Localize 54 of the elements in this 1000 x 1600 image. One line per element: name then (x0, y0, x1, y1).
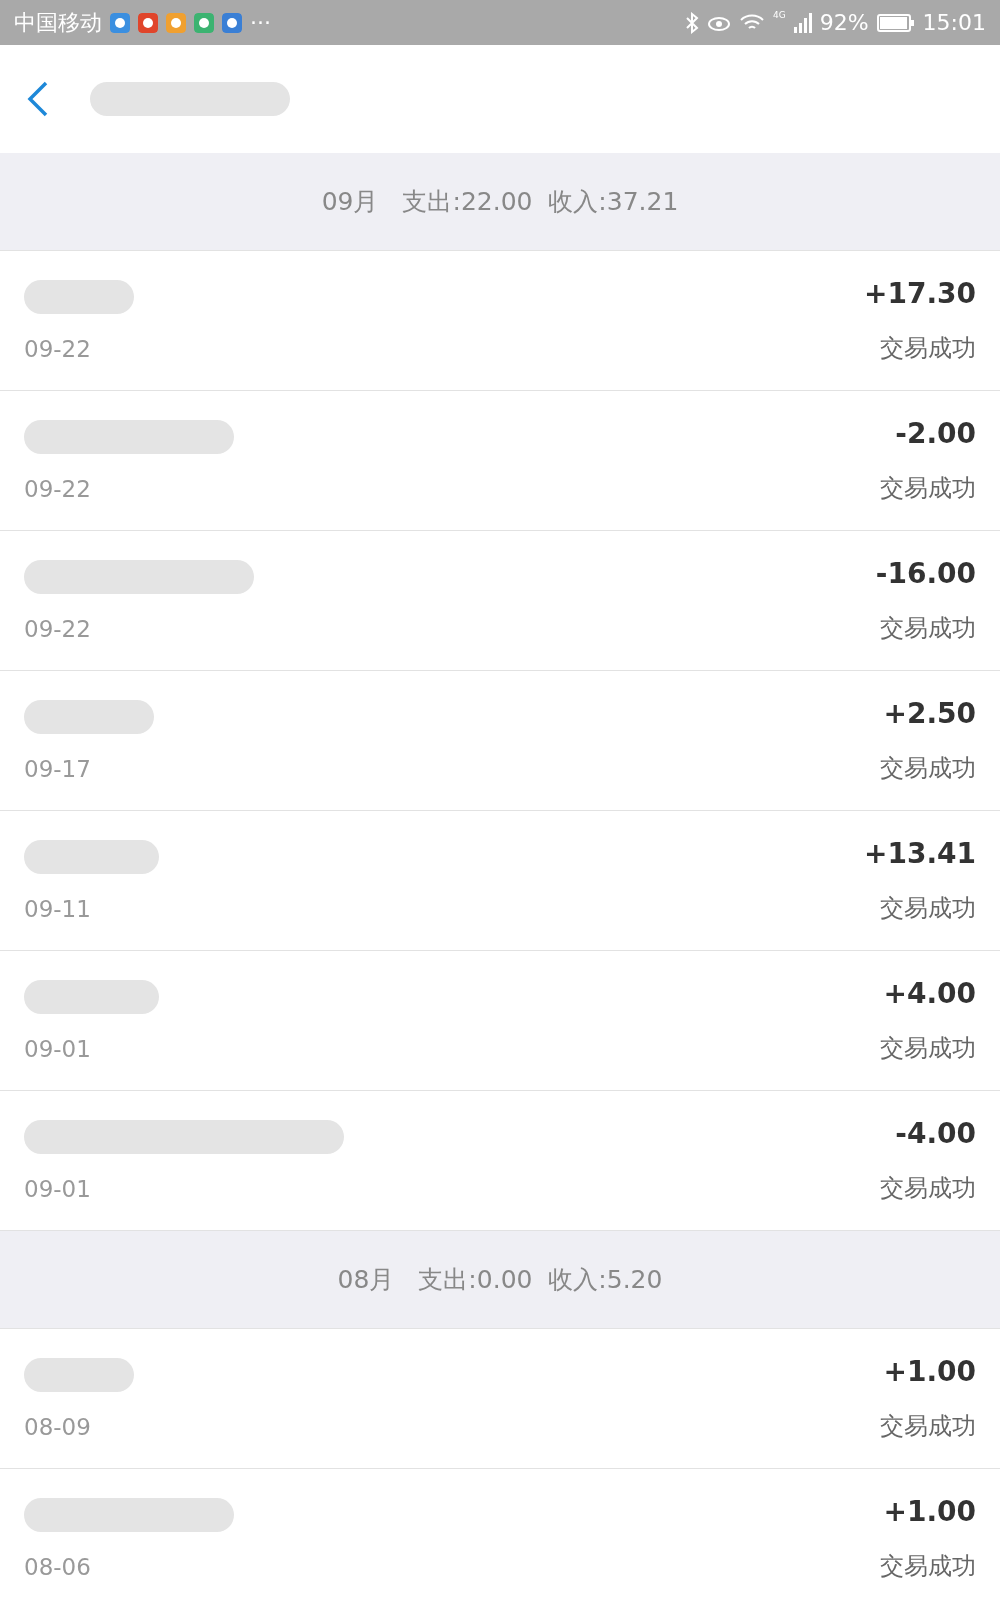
transaction-amount: +4.00 (883, 977, 976, 1010)
transaction-status: 交易成功 (880, 473, 976, 504)
transaction-amount: -2.00 (895, 417, 976, 450)
transaction-date: 09-22 (24, 475, 92, 502)
battery-icon (876, 13, 915, 32)
transaction-status: 交易成功 (880, 1551, 976, 1582)
transaction-date: 09-17 (24, 755, 92, 782)
app-notification-icon (222, 12, 242, 33)
month-totals: 支出:0.00 收入:5.20 (418, 1264, 663, 1296)
transaction-date: 09-22 (24, 615, 92, 642)
transaction-date: 09-01 (24, 1035, 92, 1062)
app-notification-icon (110, 12, 130, 33)
transaction-status: 交易成功 (880, 333, 976, 364)
month-label: 09月 (321, 186, 379, 218)
transaction-status: 交易成功 (880, 613, 976, 644)
app-notification-icon (166, 12, 186, 33)
clock: 15:01 (922, 10, 986, 35)
transaction-row[interactable]: 09-01 +4.00 交易成功 (0, 951, 1000, 1091)
transaction-date: 08-06 (24, 1553, 92, 1580)
transaction-status: 交易成功 (880, 1411, 976, 1442)
transaction-date: 09-11 (24, 895, 92, 922)
battery-percent: 92% (819, 10, 869, 35)
transaction-status: 交易成功 (880, 893, 976, 924)
more-notifications: ··· (250, 10, 271, 35)
transaction-amount: -16.00 (875, 557, 976, 590)
signal-icon (793, 12, 812, 33)
back-icon[interactable] (26, 80, 50, 118)
transaction-row[interactable]: 09-11 +13.41 交易成功 (0, 811, 1000, 951)
month-label: 08月 (337, 1264, 395, 1296)
transaction-status: 交易成功 (880, 1033, 976, 1064)
transaction-row[interactable]: 09-22 -2.00 交易成功 (0, 391, 1000, 531)
app-notification-icon (138, 12, 158, 33)
transaction-row[interactable]: 08-06 +1.00 交易成功 (0, 1469, 1000, 1600)
transaction-amount: +2.50 (883, 697, 976, 730)
transaction-status: 交易成功 (880, 1173, 976, 1204)
transaction-row[interactable]: 09-22 +17.30 交易成功 (0, 251, 1000, 391)
transaction-date: 08-09 (24, 1413, 92, 1440)
transaction-row[interactable]: 09-17 +2.50 交易成功 (0, 671, 1000, 811)
transaction-amount: -4.00 (895, 1117, 976, 1150)
bluetooth-icon (685, 11, 699, 34)
transaction-status: 交易成功 (880, 753, 976, 784)
transaction-amount: +13.41 (863, 837, 976, 870)
transaction-date: 09-01 (24, 1175, 92, 1202)
transaction-amount: +1.00 (883, 1495, 976, 1528)
carrier-name: 中国移动 (14, 8, 102, 37)
transaction-date: 09-22 (24, 335, 92, 362)
transaction-amount: +1.00 (883, 1355, 976, 1388)
app-notification-icon (194, 12, 214, 33)
transaction-amount: +17.30 (863, 277, 976, 310)
network-type: 4G (773, 10, 786, 20)
transaction-row[interactable]: 09-01 -4.00 交易成功 (0, 1091, 1000, 1231)
transaction-row[interactable]: 08-09 +1.00 交易成功 (0, 1329, 1000, 1469)
month-totals: 支出:22.00 收入:37.21 (402, 186, 679, 218)
transaction-row[interactable]: 09-22 -16.00 交易成功 (0, 531, 1000, 671)
